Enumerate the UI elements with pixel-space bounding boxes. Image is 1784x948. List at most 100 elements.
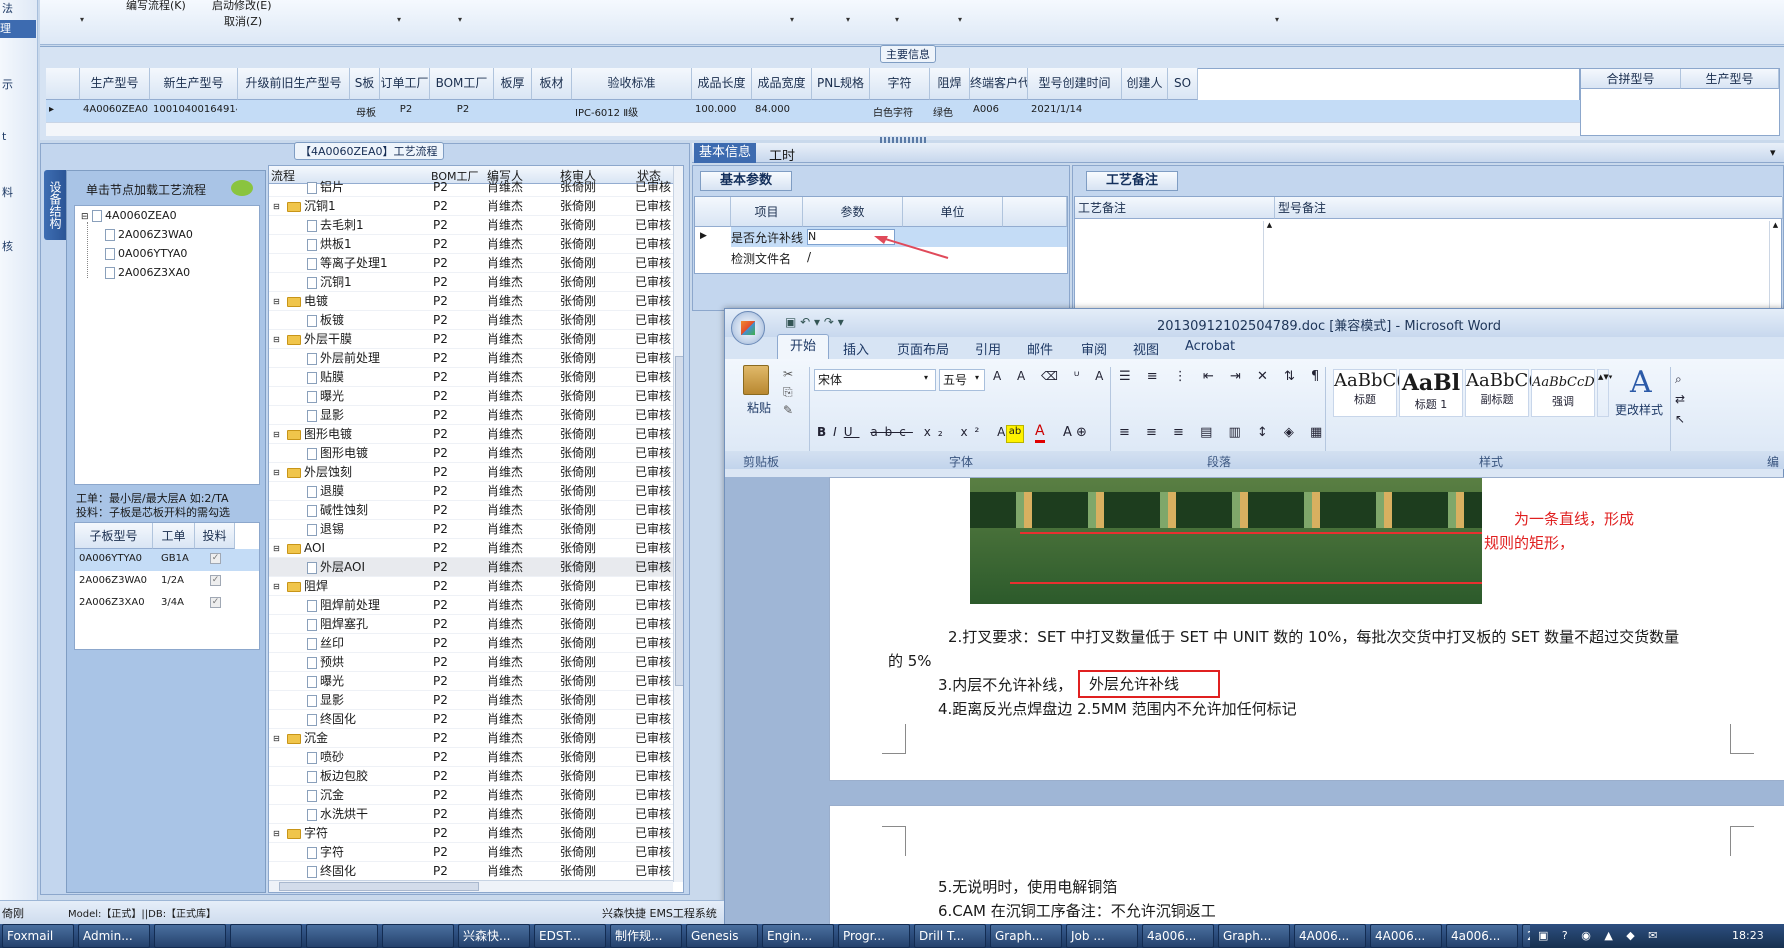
scrollbar[interactable]: ▲ [1263,221,1275,309]
styles-scroll[interactable]: ▲▼▾ [1597,369,1612,417]
style-item[interactable]: AaBbC( 标题 [1333,369,1403,417]
tab-references[interactable]: 引用 [975,339,1001,358]
expand-icon[interactable]: ⊟ [273,824,280,843]
expand-icon[interactable]: ⊟ [273,729,280,748]
dropdown-arrow-icon[interactable]: ▾ [80,15,84,24]
font-size-buttons[interactable]: A A ⌫ ᵁ A [993,369,1109,383]
column-header[interactable]: 新生产型号 [150,68,238,100]
table-row[interactable]: 水洗烘干 P2 肖维杰 张倚刚 已审核 [269,805,673,824]
taskbar-button[interactable]: Job ... [1066,924,1138,948]
paragraph-3a[interactable]: 3.内层不允许补线， [938,674,1072,695]
column-header[interactable]: 验收标准 [572,68,692,100]
dropdown-arrow-icon[interactable]: ▾ [458,15,462,24]
table-row[interactable]: 贴膜 P2 肖维杰 张倚刚 已审核 [269,368,673,387]
change-styles-label[interactable]: 更改样式 [1615,401,1663,418]
paragraph-list-buttons[interactable]: ☰ ≡ ⋮ ⇤ ⇥ ✕ ⇅ ¶ [1119,369,1325,384]
char-shading-icon[interactable]: A ⊕ [1063,425,1087,440]
taskbar-button[interactable]: EDST... [534,924,606,948]
tab-acrobat[interactable]: Acrobat [1185,339,1235,354]
column-header[interactable]: 板材 [532,68,572,100]
taskbar-button[interactable] [230,924,302,948]
table-row[interactable]: 图形电镀 P2 肖维杰 张倚刚 已审核 [269,444,673,463]
column-header[interactable]: SO [1168,68,1198,100]
taskbar-button[interactable] [306,924,378,948]
dropdown-arrow-icon[interactable]: ▾ [1275,15,1279,24]
taskbar-button[interactable]: Admin... [78,924,150,948]
table-row[interactable]: 图形电镀 ⊟ P2 肖维杰 张倚刚 已审核 [269,425,673,444]
column-header[interactable]: 订单工厂 [380,68,430,100]
tree-node[interactable]: 0A006YTYA0 [105,247,187,260]
table-row[interactable]: 显影 P2 肖维杰 张倚刚 已审核 [269,691,673,710]
paragraph-align-buttons[interactable]: ≡ ≡ ≡ ▤ ▥ ↕ ◈ ▦ [1119,425,1328,440]
paragraph-2-cont[interactable]: 的 5% [888,650,932,671]
tab-page-layout[interactable]: 页面布局 [897,339,949,358]
table-row[interactable]: 丝印 P2 肖维杰 张倚刚 已审核 [269,634,673,653]
office-button[interactable] [731,311,765,345]
left-toolbar-item[interactable]: 示 [2,76,13,92]
table-row[interactable]: 板镀 P2 肖维杰 张倚刚 已审核 [269,311,673,330]
tree-node[interactable]: 2A006Z3WA0 [105,228,193,241]
paragraph-4[interactable]: 4.距离反光点焊盘边 2.5MM 范围内不允许加任何标记 [938,698,1297,719]
column-header[interactable]: 工艺备注 [1075,197,1275,219]
tab-insert[interactable]: 插入 [843,339,869,358]
dropdown-arrow-icon[interactable]: ▾ [790,15,794,24]
column-header[interactable]: 工单 [153,523,195,549]
comment-icon[interactable] [231,180,253,196]
expand-icon[interactable]: ⊟ [273,292,280,311]
paragraph-5[interactable]: 5.无说明时，使用电解铜箔 [938,876,1117,897]
scroll-thumb[interactable] [675,356,683,686]
paste-label[interactable]: 粘贴 [747,399,771,416]
tab-home[interactable]: 开始 [777,334,829,359]
table-row[interactable]: 板边包胶 P2 肖维杰 张倚刚 已审核 [269,767,673,786]
taskbar-button[interactable]: 兴森快... [458,924,530,948]
taskbar-button[interactable]: Drill T... [914,924,986,948]
change-styles-icon[interactable]: A [1630,365,1652,400]
style-item[interactable]: AaBbC( 副标题 [1465,369,1535,417]
scroll-thumb[interactable] [279,882,479,891]
expand-icon[interactable]: ⊟ [273,197,280,216]
table-row[interactable]: 外层AOI P2 肖维杰 张倚刚 已审核 [269,558,673,577]
table-row[interactable]: 终固化 P2 肖维杰 张倚刚 已审核 [269,710,673,729]
column-header[interactable]: 成品长度 [692,68,752,100]
style-item[interactable]: AaBl 标题 1 [1399,369,1463,417]
table-row[interactable]: 烘板1 P2 肖维杰 张倚刚 已审核 [269,235,673,254]
dropdown-arrow-icon[interactable]: ▾ [958,15,962,24]
left-toolbar-item-active[interactable]: 理 [0,20,36,38]
column-header[interactable]: 合拼型号 [1581,69,1681,89]
table-row[interactable]: 喷砂 P2 肖维杰 张倚刚 已审核 [269,748,673,767]
dropdown-arrow-icon[interactable]: ▾ [846,15,850,24]
table-row[interactable]: 铝片 P2 肖维杰 张倚刚 已审核 [269,178,673,197]
vertical-scrollbar[interactable] [673,166,683,882]
table-row[interactable]: 阻焊塞孔 P2 肖维杰 张倚刚 已审核 [269,615,673,634]
dropdown-arrow-icon[interactable]: ▾ [397,15,401,24]
tab-mailings[interactable]: 邮件 [1027,339,1053,358]
tab-review[interactable]: 审阅 [1081,339,1107,358]
table-row[interactable]: 预烘 P2 肖维杰 张倚刚 已审核 [269,653,673,672]
table-row[interactable]: 阻焊 ⊟ P2 肖维杰 张倚刚 已审核 [269,577,673,596]
font-name-select[interactable]: 宋体 [814,369,936,391]
column-header[interactable]: 单位 [903,197,1003,227]
param-value[interactable]: / [807,250,811,264]
quick-access-toolbar[interactable]: ▣ ↶ ▾ ↷ ▾ [785,315,844,329]
taskbar-button[interactable]: Foxmail [2,924,74,948]
side-tab-equipment[interactable]: 设备结构 [44,170,66,240]
font-format-buttons[interactable]: BIU abc x₂ x² Aa [817,425,1027,439]
left-toolbar-item[interactable]: 法 [2,0,13,16]
table-row[interactable]: 曝光 P2 肖维杰 张倚刚 已审核 [269,672,673,691]
column-header[interactable]: 阻焊 [930,68,970,100]
start-modify-menu[interactable]: 启动修改(E) [212,0,272,13]
paragraph-3b-highlight[interactable]: 外层允许补线 [1078,670,1220,698]
cancel-menu[interactable]: 取消(Z) [224,13,262,29]
table-row[interactable]: 字符 ⊟ P2 肖维杰 张倚刚 已审核 [269,824,673,843]
table-row[interactable]: 沉金 P2 肖维杰 张倚刚 已审核 [269,786,673,805]
table-row[interactable]: 沉铜1 ⊟ P2 肖维杰 张倚刚 已审核 [269,197,673,216]
tray-icons[interactable]: ▣ ? ◉ ▲ ◆ ✉ [1538,929,1662,942]
table-row[interactable]: 外层前处理 P2 肖维杰 张倚刚 已审核 [269,349,673,368]
taskbar-button[interactable]: 4a006... [1446,924,1518,948]
edit-flow-menu[interactable]: 编写流程(K) [126,0,186,13]
column-header[interactable]: 终端客户代码 [970,68,1028,100]
column-header[interactable]: S板 [350,68,380,100]
taskbar-button[interactable]: 4A006... [1370,924,1442,948]
chevron-down-icon[interactable]: ▾ [975,373,979,382]
chevron-down-icon[interactable]: ▾ [1770,146,1776,159]
